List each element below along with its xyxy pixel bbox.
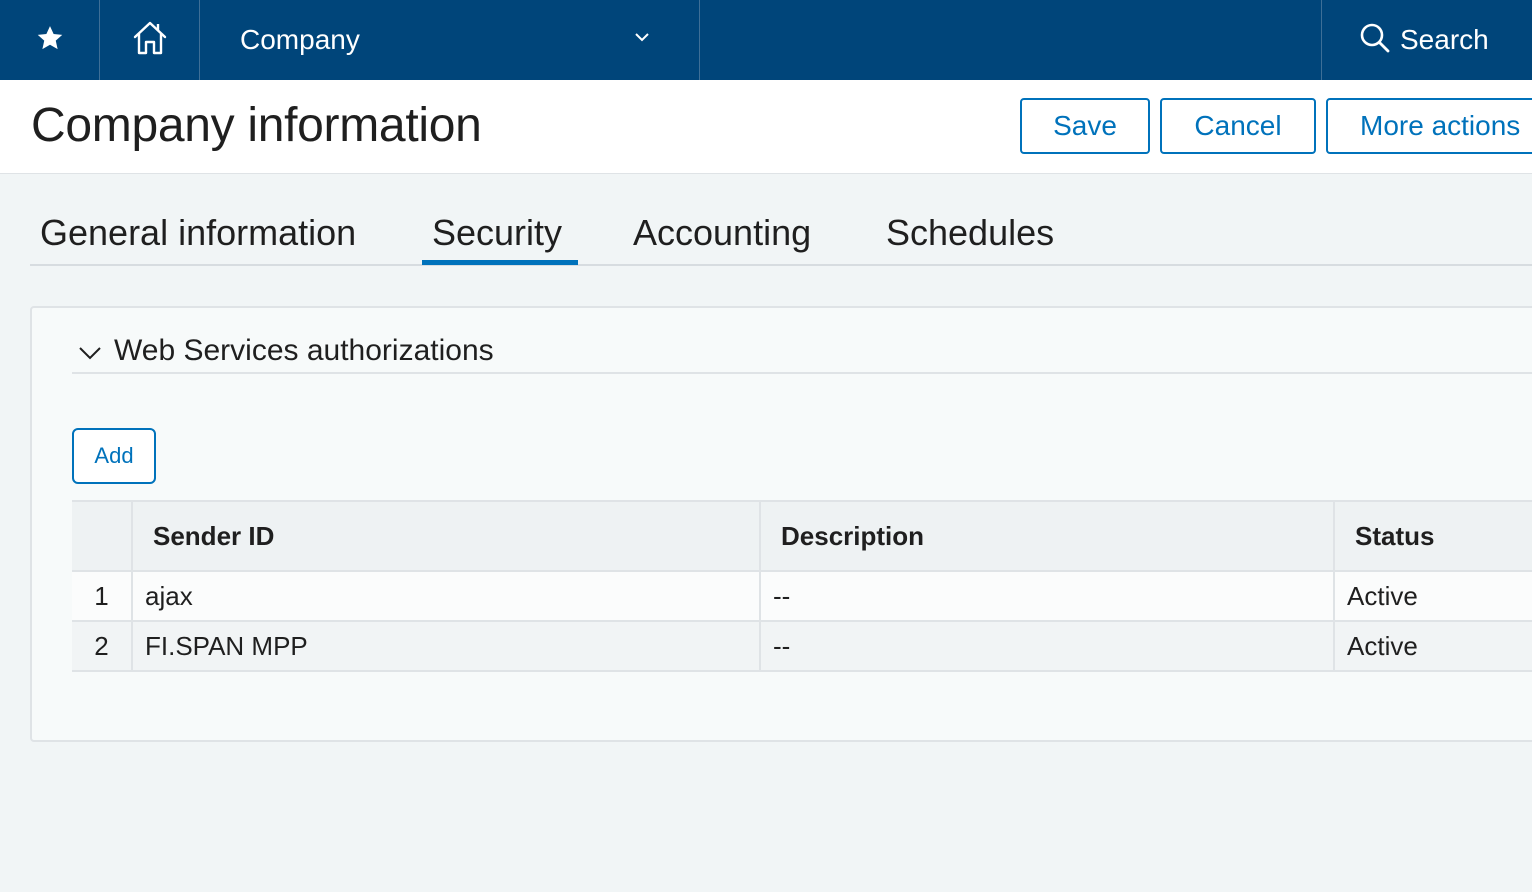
section-header[interactable]: Web Services authorizations [72, 330, 1532, 374]
search-icon [1360, 23, 1390, 58]
active-tab-indicator [422, 260, 578, 265]
more-actions-button[interactable]: More actions [1326, 98, 1532, 154]
table-row[interactable]: 2 FI.SPAN MPP -- Active [72, 621, 1532, 672]
description-cell: -- [760, 571, 1335, 622]
table-row[interactable]: 1 ajax -- Active [72, 571, 1532, 622]
tab-accounting[interactable]: Accounting [633, 212, 811, 254]
chevron-down-icon [633, 30, 651, 48]
row-number: 2 [72, 621, 133, 672]
section-title: Web Services authorizations [114, 334, 494, 367]
module-label: Company [240, 24, 360, 55]
web-services-panel: Web Services authorizations Add Sender I… [30, 306, 1532, 742]
search-button[interactable]: Search [1321, 0, 1532, 80]
tab-general-information[interactable]: General information [40, 212, 356, 254]
home-icon [131, 20, 169, 61]
column-header-status[interactable]: Status [1334, 500, 1532, 572]
home-button[interactable] [100, 0, 200, 80]
top-navigation-bar: Company Search [0, 0, 1532, 80]
favorites-button[interactable] [0, 0, 100, 80]
add-button[interactable]: Add [72, 428, 156, 484]
authorizations-table: Sender ID Description Status 1 ajax -- A… [72, 500, 1532, 672]
table-header-row: Sender ID Description Status [72, 500, 1532, 572]
page-header: Company information Save Cancel More act… [0, 80, 1532, 174]
sender-id-cell[interactable]: ajax [132, 571, 761, 622]
tab-bar: General information Security Accounting … [30, 174, 1532, 266]
column-header-number [72, 500, 133, 572]
status-cell: Active [1334, 621, 1532, 672]
row-number: 1 [72, 571, 133, 622]
column-header-sender-id[interactable]: Sender ID [132, 500, 761, 572]
description-cell: -- [760, 621, 1335, 672]
search-label: Search [1400, 24, 1489, 55]
collapse-chevron-icon[interactable] [78, 346, 102, 365]
page-title: Company information [31, 99, 482, 152]
star-icon [35, 23, 65, 58]
column-header-description[interactable]: Description [760, 500, 1335, 572]
cancel-button[interactable]: Cancel [1160, 98, 1316, 154]
status-cell: Active [1334, 571, 1532, 622]
save-button[interactable]: Save [1020, 98, 1150, 154]
tab-security[interactable]: Security [432, 212, 562, 254]
sender-id-cell[interactable]: FI.SPAN MPP [132, 621, 761, 672]
tab-schedules[interactable]: Schedules [886, 212, 1054, 254]
module-switcher[interactable]: Company [200, 0, 700, 80]
